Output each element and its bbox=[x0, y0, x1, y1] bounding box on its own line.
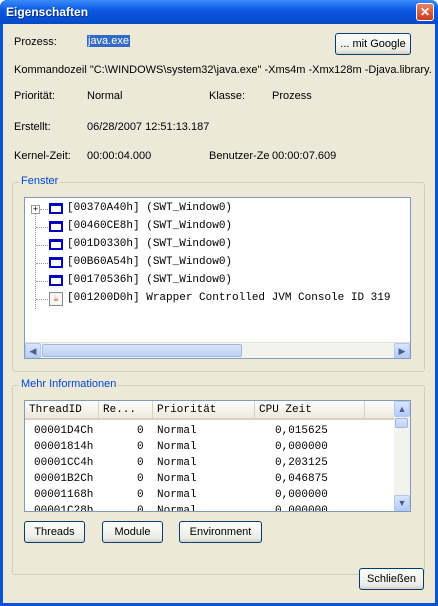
cell-re: 0 bbox=[137, 489, 144, 501]
threads-table-vscrollbar[interactable]: ▲ ▼ bbox=[394, 401, 410, 511]
class-label: Klasse: bbox=[209, 90, 246, 102]
command-line-value: "C:\WINDOWS\system32\java.exe" -Xms4m -X… bbox=[89, 64, 432, 76]
column-header-re[interactable]: Re... bbox=[99, 401, 153, 420]
java-icon: ☕ bbox=[49, 292, 63, 306]
windows-tree[interactable]: + [00370A40h] (SWT_Window0) [00460CE8h] … bbox=[24, 197, 411, 359]
table-row[interactable]: 00001168h 0 Normal 0,000000 bbox=[25, 487, 395, 503]
cell-cpu-time: 0,000000 bbox=[275, 441, 328, 453]
tree-item[interactable]: [00170536h] (SWT_Window0) bbox=[25, 272, 405, 290]
tree-item[interactable]: [00370A40h] (SWT_Window0) bbox=[25, 200, 405, 218]
table-row[interactable]: 00001D4Ch 0 Normal 0,015625 bbox=[25, 423, 395, 439]
search-google-button[interactable]: ... mit Google bbox=[335, 33, 411, 55]
scroll-left-icon[interactable]: ◀ bbox=[25, 343, 41, 358]
title-bar[interactable]: Eigenschaften ✕ bbox=[0, 0, 438, 24]
created-value: 06/28/2007 12:51:13.187 bbox=[87, 121, 210, 133]
cell-re: 0 bbox=[137, 505, 144, 512]
command-line-row: Kommandozeil "C:\WINDOWS\system32\java.e… bbox=[14, 64, 432, 76]
cell-re: 0 bbox=[137, 425, 144, 437]
cell-priority: Normal bbox=[157, 505, 197, 512]
scroll-thumb[interactable] bbox=[42, 344, 242, 357]
cell-re: 0 bbox=[137, 457, 144, 469]
cell-priority: Normal bbox=[157, 489, 197, 501]
tree-item[interactable]: [001D0330h] (SWT_Window0) bbox=[25, 236, 405, 254]
cell-priority: Normal bbox=[157, 441, 197, 453]
tree-item-label: [00B60A54h] (SWT_Window0) bbox=[67, 256, 233, 268]
process-label: Prozess: bbox=[14, 36, 57, 48]
kernel-time-value: 00:00:04.000 bbox=[87, 150, 152, 162]
window-icon bbox=[49, 257, 63, 268]
user-time-value: 00:00:07.609 bbox=[272, 150, 337, 162]
tree-item[interactable]: [00460CE8h] (SWT_Window0) bbox=[25, 218, 405, 236]
cell-cpu-time: 0,203125 bbox=[275, 457, 328, 469]
windows-group: Fenster + [00370A40h] (SWT_Window0) [004… bbox=[12, 175, 425, 372]
process-name-text: java.exe bbox=[87, 35, 130, 47]
window-icon bbox=[49, 275, 63, 286]
user-time-label: Benutzer-Ze bbox=[209, 150, 270, 162]
window-title: Eigenschaften bbox=[6, 5, 89, 19]
environment-button[interactable]: Environment bbox=[179, 521, 262, 543]
window-icon bbox=[49, 203, 63, 214]
cell-priority: Normal bbox=[157, 457, 197, 469]
cell-re: 0 bbox=[137, 441, 144, 453]
process-value[interactable]: java.exe bbox=[87, 35, 130, 47]
properties-window: Eigenschaften ✕ Prozess: java.exe ... mi… bbox=[0, 0, 438, 606]
threads-table[interactable]: ThreadID Re... Priorität CPU Zeit 00001D… bbox=[24, 400, 411, 512]
column-header-priority[interactable]: Priorität bbox=[153, 401, 255, 420]
windows-tree-hscrollbar[interactable]: ◀ ▶ bbox=[25, 342, 410, 358]
dialog-client: Prozess: java.exe ... mit Google Kommand… bbox=[3, 24, 435, 603]
more-info-group-title: Mehr Informationen bbox=[19, 378, 119, 390]
table-row[interactable]: 00001814h 0 Normal 0,000000 bbox=[25, 439, 395, 455]
cell-cpu-time: 0,015625 bbox=[275, 425, 328, 437]
tree-item[interactable]: ☕ [001200D0h] Wrapper Controlled JVM Con… bbox=[25, 290, 410, 308]
module-button[interactable]: Module bbox=[102, 521, 163, 543]
cell-threadid: 00001CC4h bbox=[34, 457, 94, 469]
cell-priority: Normal bbox=[157, 473, 197, 485]
threads-button[interactable]: Threads bbox=[24, 521, 85, 543]
cell-cpu-time: 0,000000 bbox=[275, 505, 328, 512]
scroll-right-icon[interactable]: ▶ bbox=[394, 343, 410, 358]
command-line-label: Kommandozeil bbox=[14, 64, 87, 76]
column-header-filler bbox=[365, 401, 395, 420]
cell-threadid: 00001814h bbox=[34, 441, 94, 453]
scroll-up-icon[interactable]: ▲ bbox=[394, 401, 410, 417]
scroll-thumb[interactable] bbox=[395, 418, 408, 428]
window-icon bbox=[49, 239, 63, 250]
tree-item[interactable]: [00B60A54h] (SWT_Window0) bbox=[25, 254, 405, 272]
cell-threadid: 00001D4Ch bbox=[34, 425, 94, 437]
scroll-down-icon[interactable]: ▼ bbox=[394, 495, 410, 511]
tree-item-label: [00460CE8h] (SWT_Window0) bbox=[67, 220, 233, 232]
tree-item-label: [001D0330h] (SWT_Window0) bbox=[67, 238, 233, 250]
kernel-time-label: Kernel-Zeit: bbox=[14, 150, 71, 162]
table-row[interactable]: 00001C28h 0 Normal 0,000000 bbox=[25, 503, 395, 512]
tree-item-label: [00370A40h] (SWT_Window0) bbox=[67, 202, 233, 214]
windows-group-title: Fenster bbox=[19, 175, 61, 187]
cell-threadid: 00001C28h bbox=[34, 505, 94, 512]
priority-value: Normal bbox=[87, 90, 123, 102]
cell-threadid: 00001168h bbox=[34, 489, 94, 501]
table-row[interactable]: 00001CC4h 0 Normal 0,203125 bbox=[25, 455, 395, 471]
tree-item-label: [00170536h] (SWT_Window0) bbox=[67, 274, 233, 286]
close-window-button[interactable]: ✕ bbox=[416, 3, 434, 21]
more-info-group: Mehr Informationen ThreadID Re... Priori… bbox=[12, 378, 425, 575]
column-header-threadid[interactable]: ThreadID bbox=[25, 401, 99, 420]
cell-cpu-time: 0,000000 bbox=[275, 489, 328, 501]
close-button[interactable]: Schließen bbox=[359, 568, 424, 590]
priority-label: Priorität: bbox=[14, 90, 55, 102]
window-icon bbox=[49, 221, 63, 232]
cell-threadid: 00001B2Ch bbox=[34, 473, 94, 485]
created-label: Erstellt: bbox=[14, 121, 51, 133]
cell-cpu-time: 0,046875 bbox=[275, 473, 328, 485]
cell-re: 0 bbox=[137, 473, 144, 485]
class-value: Prozess bbox=[272, 90, 312, 102]
cell-priority: Normal bbox=[157, 425, 197, 437]
column-header-cpu-time[interactable]: CPU Zeit bbox=[255, 401, 365, 420]
tree-item-label: [001200D0h] Wrapper Controlled JVM Conso… bbox=[67, 292, 391, 304]
table-row[interactable]: 00001B2Ch 0 Normal 0,046875 bbox=[25, 471, 395, 487]
